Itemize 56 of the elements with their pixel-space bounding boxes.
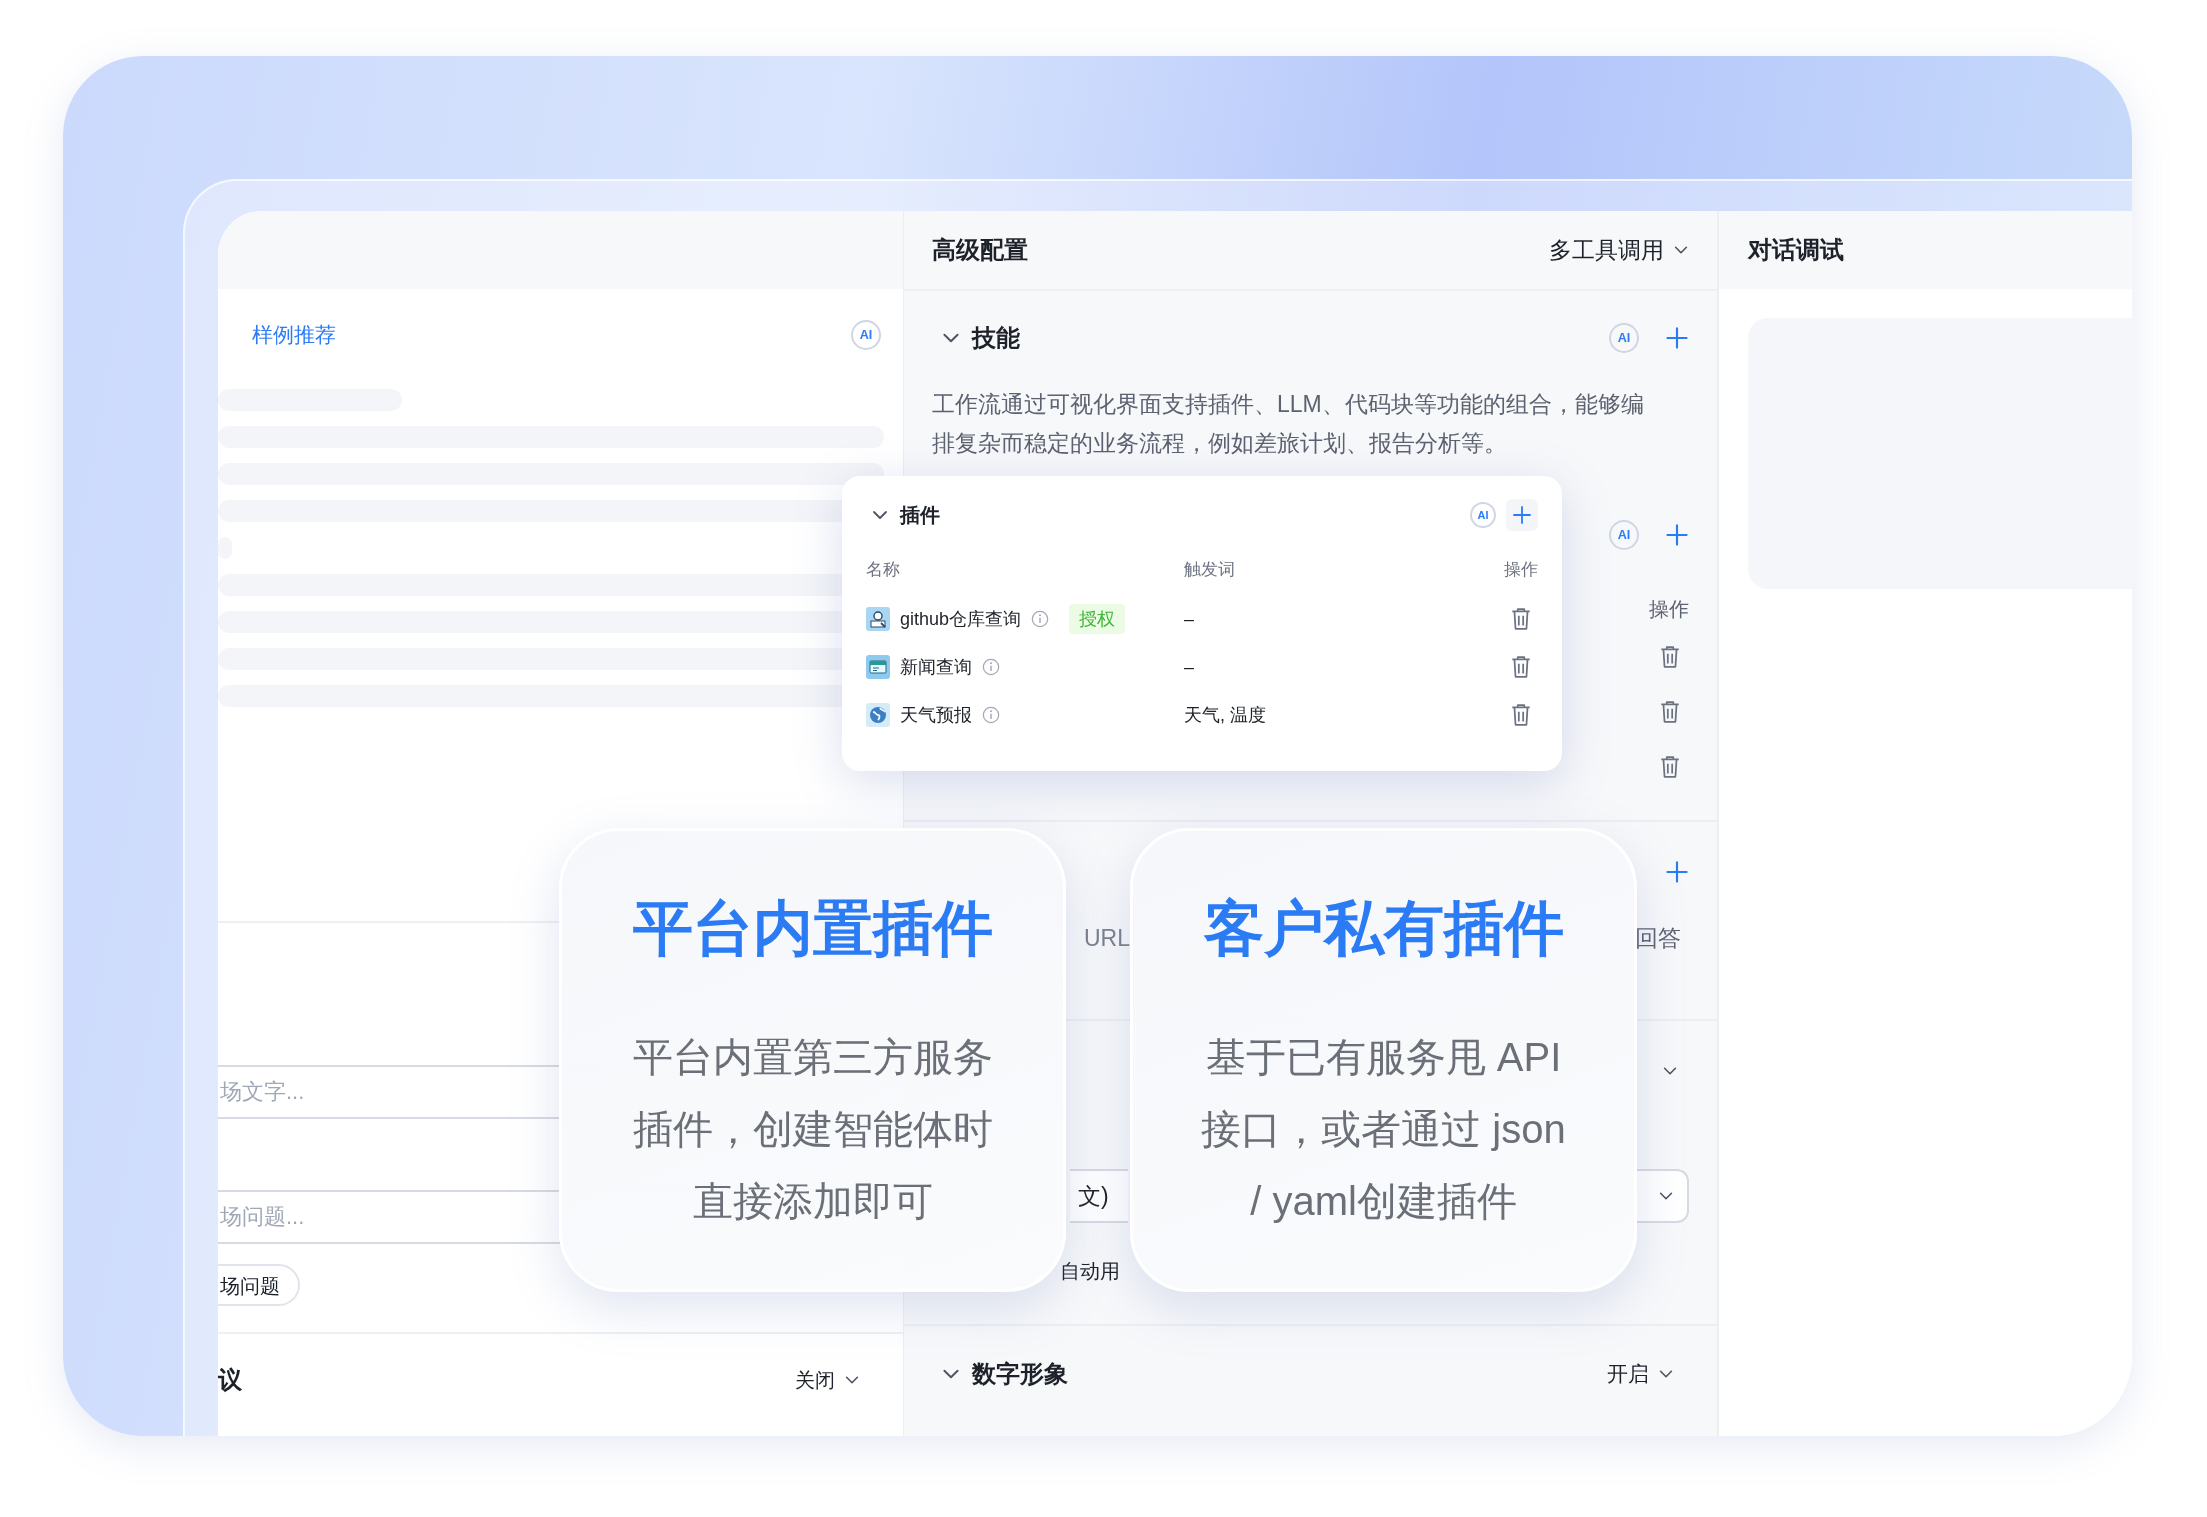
toggle-dropdown[interactable]: 开启 — [1607, 1360, 1675, 1388]
promo-text-line: 直接添加即可 — [692, 1178, 933, 1225]
trigger-words: – — [1184, 656, 1195, 678]
panel-title: 对话调试 — [1748, 235, 1844, 265]
plugin-name: 新闻查询 — [900, 656, 972, 679]
news-plugin-icon — [866, 655, 890, 679]
text-fragment: URL — [1084, 924, 1130, 952]
info-icon[interactable] — [982, 658, 1000, 676]
info-icon[interactable] — [982, 706, 1000, 724]
globe-plugin-icon — [866, 703, 890, 727]
ai-button[interactable]: AI — [1470, 502, 1496, 528]
info-icon[interactable] — [1031, 610, 1050, 628]
text-fragment: 自动用 — [1060, 1258, 1120, 1284]
section-description: 工作流通过可视化界面支持插件、LLM、代码块等功能的组合，能够编排复杂而稳定的业务流程，例如差旅计划、报告分析等。 — [932, 390, 1644, 458]
ai-button[interactable]: AI — [1609, 520, 1639, 550]
ai-button[interactable]: AI — [851, 320, 881, 350]
column-header: 触发词 — [1184, 558, 1236, 581]
plus-icon[interactable] — [1665, 860, 1689, 884]
trash-icon[interactable] — [1510, 703, 1532, 727]
trash-icon[interactable] — [1659, 699, 1681, 724]
trash-icon[interactable] — [1510, 607, 1532, 631]
plugin-name: 天气预报 — [900, 704, 972, 727]
section-title: 技能 — [972, 323, 1020, 353]
section-title: 插件 — [900, 502, 940, 528]
column-header: 操作 — [1649, 596, 1689, 622]
promo-text-line: / yaml创建插件 — [1250, 1178, 1517, 1225]
promo-text-line: 平台内置第三方服务 — [632, 1034, 993, 1081]
promo-title: 客户私有插件 — [1202, 894, 1565, 964]
add-button[interactable] — [1506, 499, 1538, 531]
trash-icon[interactable] — [1510, 655, 1532, 679]
plus-icon[interactable] — [1665, 326, 1689, 350]
section-title: 样例推荐 — [252, 322, 336, 348]
plus-icon[interactable] — [1665, 523, 1689, 547]
question-chip[interactable]: 场问题 — [218, 1264, 300, 1306]
toggle-dropdown[interactable]: 关闭 — [795, 1366, 861, 1394]
section-title: 数字形象 — [972, 1359, 1068, 1389]
text-fragment: 回答 — [1635, 923, 1681, 953]
trash-icon[interactable] — [1659, 644, 1681, 669]
trigger-words: 天气, 温度 — [1184, 704, 1267, 727]
promo-text-line: 插件，创建智能体时 — [632, 1106, 993, 1153]
panel-title: 高级配置 — [932, 235, 1028, 265]
plus-icon[interactable] — [1512, 505, 1532, 525]
promo-text-line: 基于已有服务甩 API — [1205, 1034, 1562, 1081]
section-title: 议 — [218, 1365, 242, 1395]
promo-title: 平台内置插件 — [631, 894, 994, 964]
search-plugin-icon — [866, 607, 890, 631]
mode-dropdown[interactable]: 多工具调用 — [1549, 234, 1690, 266]
column-header: 操作 — [1503, 558, 1538, 581]
trash-icon[interactable] — [1659, 754, 1681, 779]
ai-button[interactable]: AI — [1609, 323, 1639, 353]
column-header: 名称 — [866, 558, 901, 581]
trigger-words: – — [1184, 608, 1195, 630]
voice-select[interactable]: 文) — [1070, 1169, 1128, 1223]
dropdown-toggle[interactable] — [1636, 1169, 1689, 1223]
plugin-name: github仓库查询 — [900, 608, 1022, 631]
promo-text-line: 接口，或者通过 json — [1201, 1106, 1566, 1153]
